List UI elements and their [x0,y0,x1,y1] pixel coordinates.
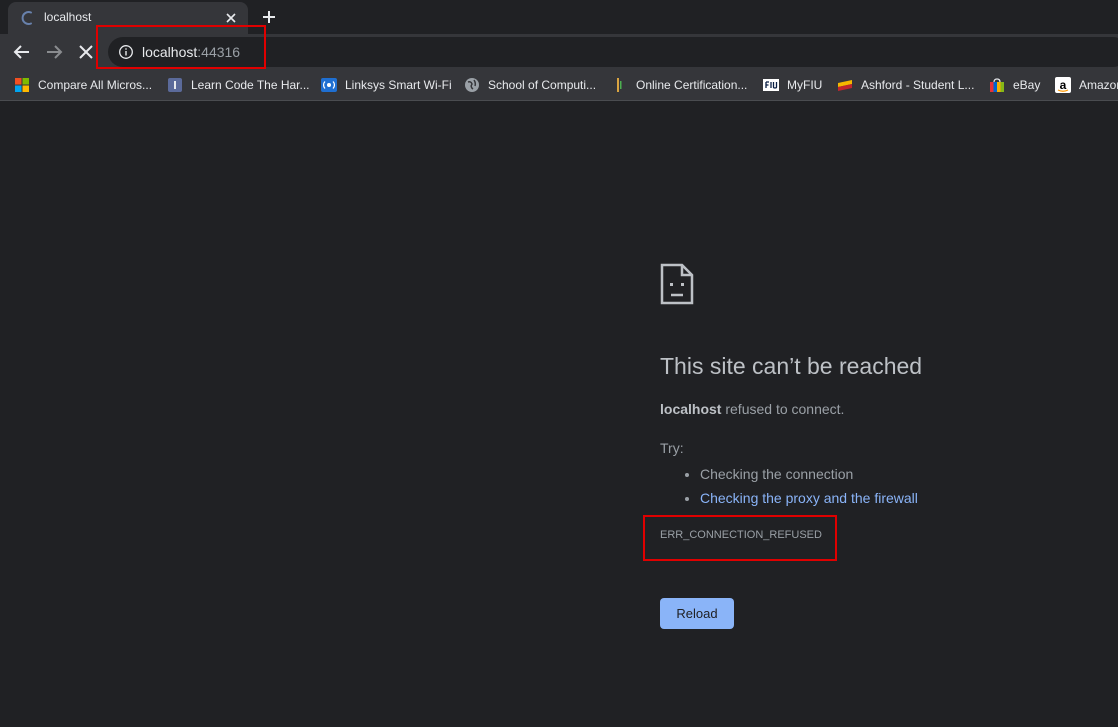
highlight-box-error-code [643,515,837,561]
bookmark-label: Amazon [1079,78,1118,92]
bookmark-school-of-computing[interactable]: School of Computi... [464,77,596,93]
suggestion-item: Checking the connection [700,462,918,486]
suggestion-check-connection: Checking the connection [700,466,854,482]
error-message: refused to connect. [721,401,845,417]
bookmark-label: MyFIU [787,78,823,92]
bookmarks-bar: Compare All Micros... Learn Code The Har… [0,69,1118,101]
bookmark-favicon-icon [168,78,182,92]
stop-loading-icon[interactable] [74,40,98,64]
bookmark-label: Linksys Smart Wi-Fi [345,78,452,92]
bookmark-learn-code[interactable]: Learn Code The Har... [167,77,310,93]
forward-arrow-icon[interactable] [42,40,66,64]
highlight-box-url [96,25,266,69]
bookmark-label: Ashford - Student L... [861,78,975,92]
back-arrow-icon[interactable] [10,40,34,64]
suggestion-check-proxy-link[interactable]: Checking the proxy and the firewall [700,490,918,506]
error-host: localhost [660,401,722,417]
error-description: localhost refused to connect. [660,401,844,417]
bookmark-label: Learn Code The Har... [191,78,310,92]
suggestion-list: Checking the connection Checking the pro… [660,462,918,510]
bookmark-ebay[interactable]: eBay [989,77,1040,93]
sad-page-icon [660,263,694,305]
try-label: Try: [660,440,684,456]
globe-icon [465,78,479,92]
bookmark-compare-all-microsoft[interactable]: Compare All Micros... [14,77,152,93]
linksys-icon [321,78,337,92]
fiu-icon [763,79,779,91]
bookmark-label: School of Computi... [488,78,597,92]
ashford-icon [838,80,852,91]
tab-title: localhost [44,10,92,24]
bookmark-online-certification[interactable]: Online Certification... [612,77,747,93]
bookmark-myfiu[interactable]: MyFIU [763,77,822,93]
bookmark-linksys[interactable]: Linksys Smart Wi-Fi [321,77,452,93]
suggestion-item[interactable]: Checking the proxy and the firewall [700,486,918,510]
error-title: This site can’t be reached [660,353,923,379]
loading-spinner-icon [21,11,32,25]
certification-icon [617,78,622,92]
bookmark-label: Compare All Micros... [38,78,153,92]
bookmark-amazon[interactable]: a Amazon [1055,77,1118,93]
bookmark-label: Online Certification... [636,78,748,92]
ebay-icon [990,78,1004,92]
svg-text:a: a [1060,78,1067,92]
bookmark-label: eBay [1013,78,1041,92]
reload-button[interactable]: Reload [660,598,734,629]
microsoft-icon [15,78,29,92]
amazon-icon: a [1055,77,1071,93]
bookmark-ashford[interactable]: Ashford - Student L... [837,77,974,93]
new-tab-icon[interactable] [259,7,279,27]
